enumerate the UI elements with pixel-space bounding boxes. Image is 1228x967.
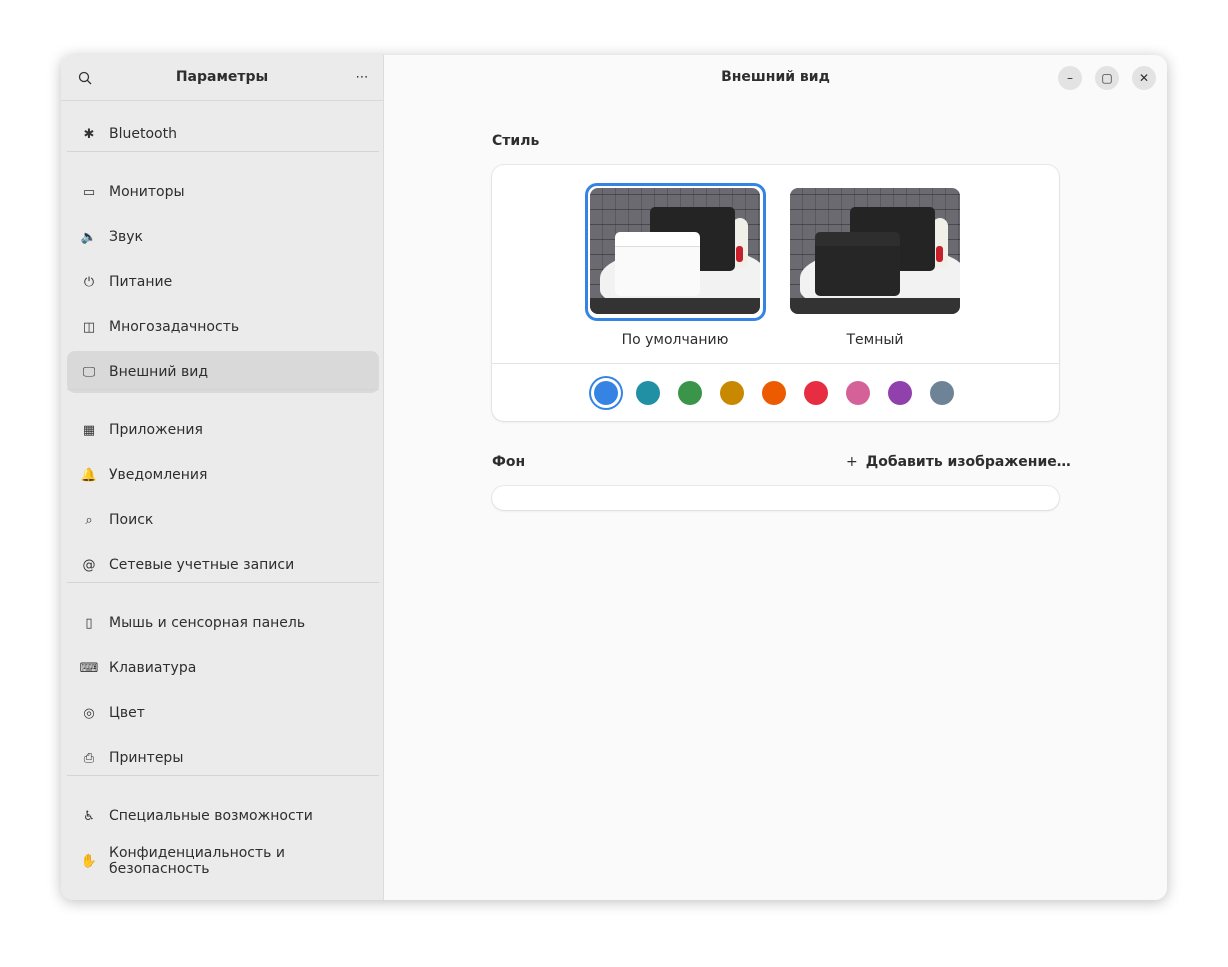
page-title: Внешний вид — [721, 69, 830, 85]
sidebar-separator — [67, 582, 379, 583]
sidebar-item-label: Мышь и сенсорная панель — [109, 615, 306, 631]
sidebar-item-search[interactable]: ⌕ Поиск — [67, 499, 379, 541]
color-icon: ◎ — [83, 705, 95, 721]
sidebar-item-accessibility[interactable]: ♿ Специальные возможности — [67, 795, 379, 837]
minimize-button[interactable]: – — [1058, 66, 1082, 90]
style-label: Стиль — [492, 133, 540, 149]
sidebar-item-label: Внешний вид — [109, 364, 209, 380]
accent-color-7[interactable] — [888, 381, 912, 405]
sidebar-item-label: Цвет — [109, 705, 145, 721]
style-card: По умолчанию Темный — [492, 165, 1059, 421]
add-image-button[interactable]: + Добавить изображение… — [846, 454, 1071, 470]
close-button[interactable]: ✕ — [1132, 66, 1156, 90]
settings-window: Параметры ⋯ ✱ Bluetooth ▭ Мониторы 🔈 Звук ⏻ Пит… — [61, 55, 1167, 900]
maximize-button[interactable]: ▢ — [1095, 66, 1119, 90]
sidebar-item-label: Клавиатура — [109, 660, 197, 676]
sidebar-item-label: Bluetooth — [109, 126, 177, 142]
style-default-preview[interactable] — [590, 188, 760, 314]
sidebar-item-label: Сетевые учетные записи — [109, 557, 295, 573]
sidebar-item-label: Конфиденциальность и безопасность — [109, 845, 285, 877]
accent-color-0[interactable] — [594, 381, 618, 405]
sidebar-item-label: Питание — [109, 274, 173, 290]
style-dark-preview[interactable] — [790, 188, 960, 314]
sidebar-item-keyboard[interactable]: ⌨ Клавиатура — [67, 647, 379, 689]
sidebar-item-label: Звук — [109, 229, 143, 245]
sidebar-item-label: Поиск — [109, 512, 154, 528]
sidebar-item-label: Многозадачность — [109, 319, 240, 335]
multitasking-icon: ◫ — [82, 319, 96, 335]
background-list — [492, 486, 1059, 510]
accent-color-5[interactable] — [804, 381, 828, 405]
printers-icon: ⎙ — [83, 750, 95, 766]
sidebar-title: Параметры — [175, 69, 269, 85]
power-icon: ⏻ — [83, 274, 95, 290]
accent-color-1[interactable] — [636, 381, 660, 405]
sidebar-item-sound[interactable]: 🔈 Звук — [67, 216, 379, 258]
accessibility-icon: ♿ — [83, 808, 95, 824]
plus-icon: + — [846, 454, 858, 470]
sidebar-separator — [67, 151, 379, 152]
style-default-label: По умолчанию — [621, 332, 729, 348]
sidebar-item-privacy[interactable]: ✋ Конфиденциальность и безопасность — [67, 840, 379, 882]
accent-color-8[interactable] — [930, 381, 954, 405]
sidebar-item-label: Приложения — [109, 422, 203, 438]
online-accounts-icon: @ — [82, 557, 96, 573]
add-image-label: Добавить изображение… — [865, 454, 1071, 470]
sidebar-item-label: Мониторы — [109, 184, 185, 200]
sidebar-header: Параметры ⋯ — [61, 55, 383, 101]
sidebar-item-apps[interactable]: ▦ Приложения — [67, 409, 379, 451]
sidebar-item-bluetooth[interactable]: ✱ Bluetooth — [67, 113, 379, 155]
sidebar-item-online-accounts[interactable]: @ Сетевые учетные записи — [67, 544, 379, 586]
accent-color-3[interactable] — [720, 381, 744, 405]
privacy-icon: ✋ — [80, 853, 98, 869]
sidebar: Параметры ⋯ ✱ Bluetooth ▭ Мониторы 🔈 Звук ⏻ Пит… — [61, 55, 384, 900]
search-icon: ⌕ — [85, 512, 93, 528]
accent-color-2[interactable] — [678, 381, 702, 405]
sidebar-separator — [67, 775, 379, 776]
sidebar-item-multitasking[interactable]: ◫ Многозадачность — [67, 306, 379, 348]
divider — [492, 363, 1059, 364]
bluetooth-icon: ✱ — [83, 126, 95, 142]
sidebar-item-label: Принтеры — [109, 750, 184, 766]
notifications-icon: 🔔 — [80, 467, 98, 483]
sound-icon: 🔈 — [80, 229, 98, 245]
sidebar-item-label: Уведомления — [109, 467, 208, 483]
style-dark-label: Темный — [846, 332, 904, 348]
sidebar-item-display[interactable]: ▭ Мониторы — [67, 171, 379, 213]
apps-icon: ▦ — [82, 422, 96, 438]
sidebar-item-mouse[interactable]: ▯ Мышь и сенсорная панель — [67, 602, 379, 644]
sidebar-item-appearance[interactable]: 🖵 Внешний вид — [67, 351, 379, 393]
sidebar-item-notifications[interactable]: 🔔 Уведомления — [67, 454, 379, 496]
sidebar-separator — [67, 389, 379, 390]
accent-color-6[interactable] — [846, 381, 870, 405]
sidebar-item-color[interactable]: ◎ Цвет — [67, 692, 379, 734]
sidebar-item-printers[interactable]: ⎙ Принтеры — [67, 737, 379, 779]
sidebar-item-label: Специальные возможности — [109, 808, 313, 824]
sidebar-item-power[interactable]: ⏻ Питание — [67, 261, 379, 303]
display-icon: ▭ — [82, 184, 96, 200]
mouse-icon: ▯ — [85, 615, 93, 631]
background-label: Фон — [492, 454, 526, 470]
keyboard-icon: ⌨ — [79, 660, 99, 676]
menu-icon[interactable]: ⋯ — [354, 69, 370, 85]
accent-color-4[interactable] — [762, 381, 786, 405]
appearance-icon: 🖵 — [82, 364, 96, 380]
